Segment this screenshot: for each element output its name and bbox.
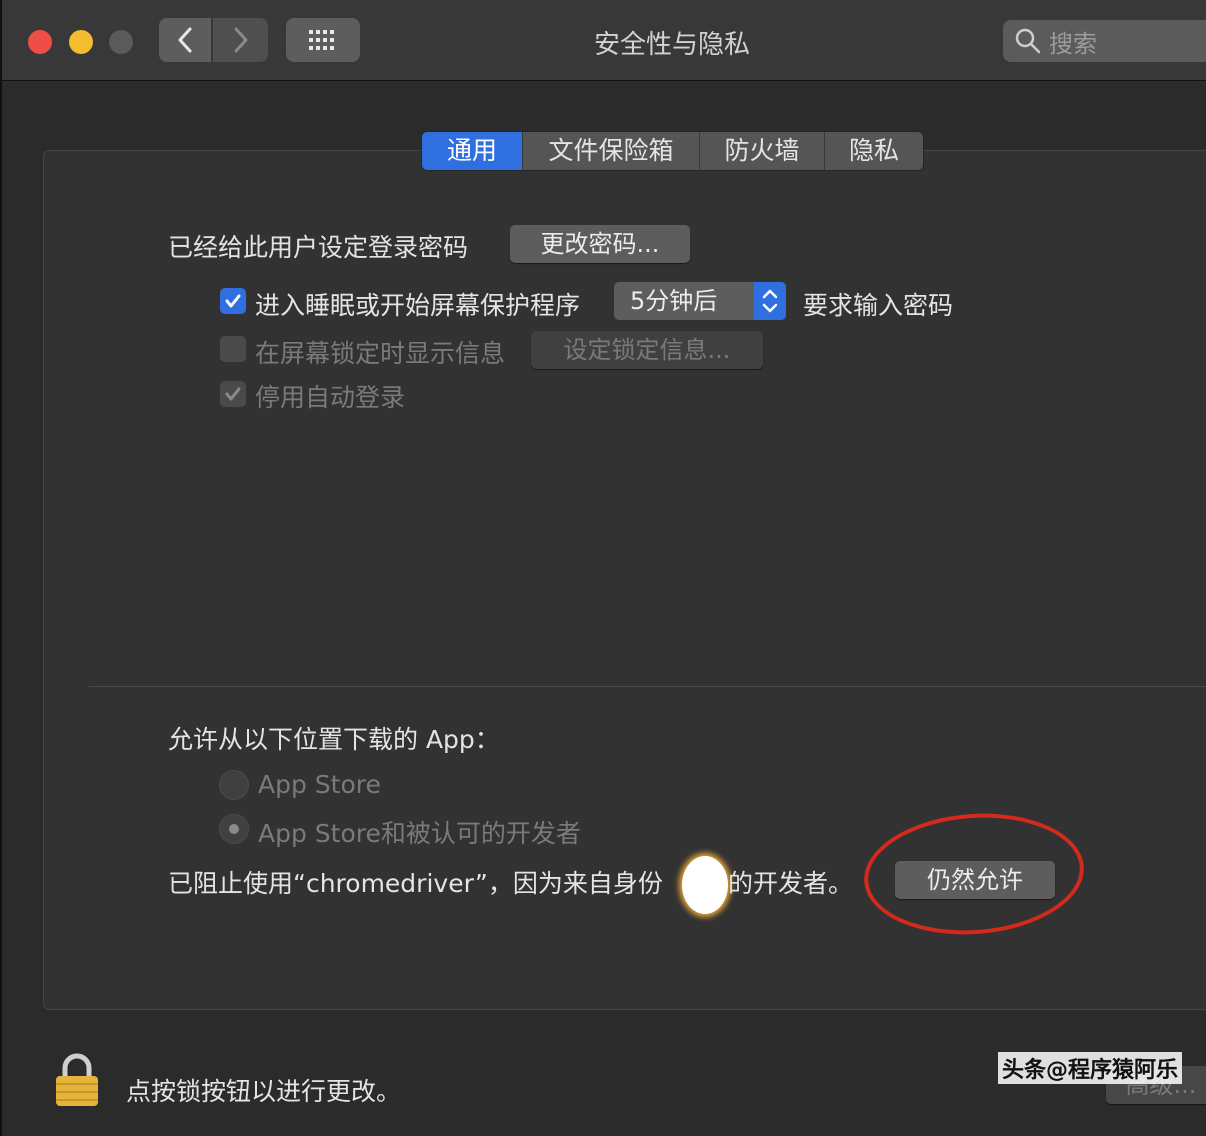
blocked-message-part1: 已阻止使用“chromedriver”，因为来自身份 — [168, 869, 663, 898]
grid-icon — [309, 30, 334, 50]
blocked-message-part2: 的开发者。 — [728, 869, 854, 898]
lock-icon[interactable] — [54, 1052, 100, 1112]
tab-general[interactable]: 通用 — [422, 132, 523, 170]
search-icon — [1015, 28, 1041, 54]
disable-autologin-checkbox[interactable] — [220, 381, 246, 407]
system-preferences-window: 安全性与隐私 搜索 通用 文件保险箱 防火墙 隐私 已经给此用户设定登录密码 更… — [0, 0, 1206, 1136]
window-title: 安全性与隐私 — [593, 30, 750, 60]
zoom-window-button[interactable] — [109, 30, 133, 54]
password-delay-popup[interactable]: 5分钟后 — [614, 282, 786, 320]
tab-firewall[interactable]: 防火墙 — [700, 132, 825, 170]
checkmark-icon — [225, 387, 241, 401]
section-divider — [89, 686, 1206, 687]
search-placeholder: 搜索 — [1049, 29, 1097, 58]
radio-app-store-identified[interactable] — [219, 814, 249, 844]
require-password-suffix: 要求输入密码 — [803, 291, 954, 320]
tab-privacy[interactable]: 隐私 — [825, 132, 923, 170]
disable-autologin-label: 停用自动登录 — [255, 383, 406, 412]
search-field[interactable]: 搜索 — [1003, 20, 1206, 62]
title-bar: 安全性与隐私 搜索 — [2, 0, 1206, 81]
radio-app-store[interactable] — [219, 770, 249, 800]
close-window-button[interactable] — [28, 30, 52, 54]
show-message-label: 在屏幕锁定时显示信息 — [255, 339, 506, 368]
watermark-text: 头条@程序猿阿乐 — [998, 1052, 1183, 1084]
lock-hint-text: 点按锁按钮以进行更改。 — [126, 1077, 402, 1106]
show-all-button[interactable] — [286, 18, 360, 62]
download-source-heading: 允许从以下位置下载的 App： — [168, 725, 500, 754]
forward-button[interactable] — [213, 18, 268, 62]
chevron-left-icon — [178, 27, 192, 53]
show-message-checkbox[interactable] — [220, 336, 246, 362]
password-set-label: 已经给此用户设定登录密码 — [168, 233, 469, 262]
tab-bar: 通用 文件保险箱 防火墙 隐私 — [421, 131, 924, 171]
minimize-window-button[interactable] — [69, 30, 93, 54]
cursor-glare-overlay — [682, 856, 728, 914]
radio-selected-dot — [229, 824, 239, 834]
set-lock-message-button[interactable]: 设定锁定信息... — [531, 331, 763, 369]
password-delay-value: 5分钟后 — [630, 287, 718, 315]
checkmark-icon — [225, 294, 241, 308]
radio-app-store-identified-label: App Store和被认可的开发者 — [258, 819, 581, 848]
require-password-label: 进入睡眠或开始屏幕保护程序 — [255, 291, 581, 320]
chevron-right-icon — [234, 27, 247, 53]
radio-app-store-label: App Store — [258, 770, 381, 799]
tab-filevault[interactable]: 文件保险箱 — [523, 132, 700, 170]
require-password-checkbox[interactable] — [220, 288, 246, 314]
change-password-button[interactable]: 更改密码... — [510, 225, 690, 263]
updown-arrows-icon — [754, 282, 786, 320]
back-button[interactable] — [159, 18, 211, 62]
